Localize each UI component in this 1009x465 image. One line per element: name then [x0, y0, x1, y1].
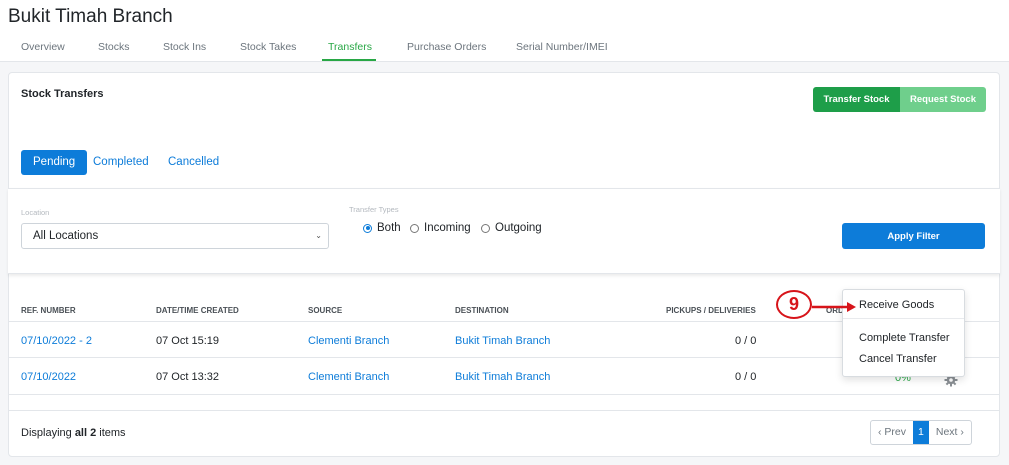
step-number-callout: 9 [776, 290, 812, 319]
radio-both[interactable]: Both [363, 222, 401, 234]
menu-item-cancel-transfer[interactable]: Cancel Transfer [859, 353, 937, 365]
status-tab-cancelled[interactable]: Cancelled [168, 150, 219, 175]
menu-item-receive-goods[interactable]: Receive Goods [859, 299, 934, 311]
displaying-prefix: Displaying [21, 427, 75, 439]
transfer-button-group: Transfer Stock Request Stock [813, 87, 986, 112]
transfer-stock-button[interactable]: Transfer Stock [813, 87, 900, 112]
radio-outgoing[interactable]: Outgoing [481, 222, 542, 234]
status-tab-completed[interactable]: Completed [93, 150, 149, 175]
radio-checked-icon [363, 223, 372, 233]
location-select[interactable]: All Locations ⌄ [21, 223, 329, 249]
menu-divider [843, 318, 964, 319]
apply-filter-button[interactable]: Apply Filter [842, 223, 985, 249]
tab-stocks[interactable]: Stocks [98, 41, 130, 53]
location-select-value: All Locations [33, 230, 99, 242]
page-1-button[interactable]: 1 [913, 421, 929, 444]
row-divider [8, 394, 1000, 395]
destination-link[interactable]: Bukit Timah Branch [455, 335, 550, 347]
radio-incoming-label: Incoming [424, 222, 471, 234]
tab-serial-number[interactable]: Serial Number/IMEI [516, 41, 608, 53]
displaying-count: Displaying all 2 items [21, 427, 126, 439]
radio-both-label: Both [377, 222, 401, 234]
displaying-suffix: items [96, 427, 126, 439]
ref-number-link[interactable]: 07/10/2022 - 2 [21, 335, 92, 347]
displaying-count-bold: all 2 [74, 427, 97, 439]
radio-outgoing-label: Outgoing [495, 222, 542, 234]
column-header-source: SOURCE [308, 306, 343, 315]
transfer-types-label: Transfer Types [349, 205, 399, 214]
radio-unchecked-icon [481, 223, 490, 233]
tab-overview[interactable]: Overview [21, 41, 65, 53]
pagination: ‹ Prev 1 Next › [870, 420, 972, 445]
next-page-button[interactable]: Next › [929, 421, 971, 444]
status-tab-pending[interactable]: Pending [21, 150, 88, 175]
column-header-destination: DESTINATION [455, 306, 509, 315]
tab-stock-ins[interactable]: Stock Ins [163, 41, 206, 53]
footer-divider [8, 410, 1000, 411]
page-title: Bukit Timah Branch [8, 6, 173, 27]
tab-transfers[interactable]: Transfers [328, 41, 372, 53]
source-link[interactable]: Clementi Branch [308, 335, 389, 347]
request-stock-button[interactable]: Request Stock [900, 87, 986, 112]
ref-number-link[interactable]: 07/10/2022 [21, 371, 76, 383]
branch-tabs: Overview Stocks Stock Ins Stock Takes Tr… [0, 34, 1009, 62]
column-header-created: DATE/TIME CREATED [156, 306, 239, 315]
column-header-ref: REF. NUMBER [21, 306, 76, 315]
row-action-menu: Receive Goods Complete Transfer Cancel T… [842, 289, 965, 377]
created-cell: 07 Oct 15:19 [156, 335, 219, 347]
tab-purchase-orders[interactable]: Purchase Orders [407, 41, 486, 53]
chevron-down-icon: ⌄ [315, 231, 322, 240]
destination-link[interactable]: Bukit Timah Branch [455, 371, 550, 383]
prev-page-button[interactable]: ‹ Prev [871, 421, 913, 444]
radio-incoming[interactable]: Incoming [410, 222, 471, 234]
active-tab-indicator [322, 59, 376, 61]
pickups-cell: 0 / 0 [735, 371, 757, 383]
menu-item-complete-transfer[interactable]: Complete Transfer [859, 332, 949, 344]
location-label: Location [21, 208, 50, 217]
pickups-cell: 0 / 0 [735, 335, 757, 347]
arrow-right-icon [812, 302, 856, 312]
source-link[interactable]: Clementi Branch [308, 371, 389, 383]
column-header-pickups: PICKUPS / DELIVERIES [666, 306, 756, 315]
created-cell: 07 Oct 13:32 [156, 371, 219, 383]
tab-stock-takes[interactable]: Stock Takes [240, 41, 296, 53]
radio-unchecked-icon [410, 223, 419, 233]
card-title: Stock Transfers [21, 88, 104, 100]
